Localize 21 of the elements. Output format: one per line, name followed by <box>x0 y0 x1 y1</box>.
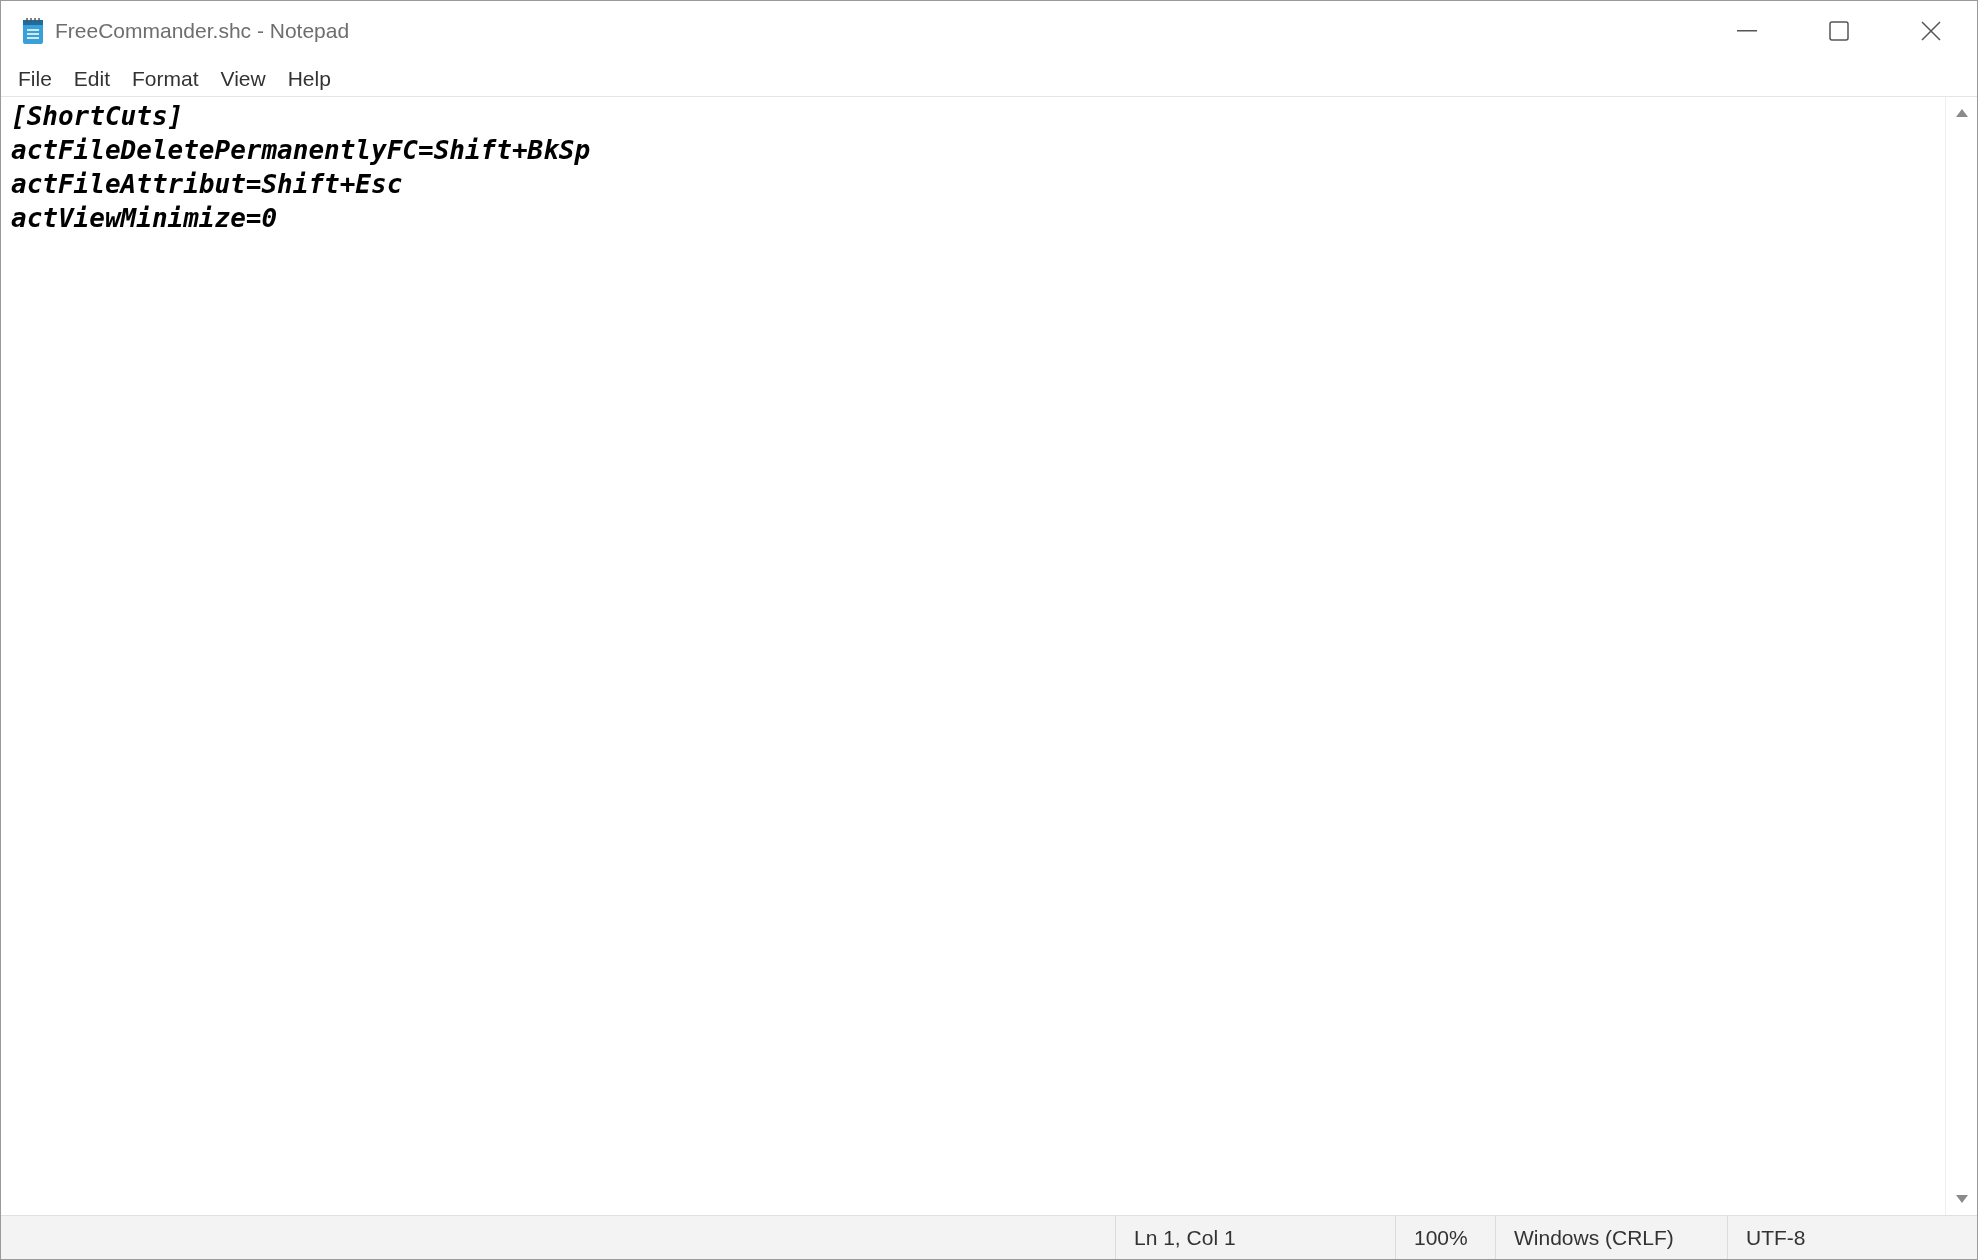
menu-item[interactable]: Edit <box>62 62 122 95</box>
window-title: FreeCommander.shc - Notepad <box>55 18 350 45</box>
maximize-icon <box>1829 21 1849 41</box>
status-text: 100% <box>1414 1224 1468 1251</box>
menu-item[interactable]: Format <box>121 62 210 95</box>
status-text: Ln 1, Col 1 <box>1134 1224 1236 1251</box>
status-text: UTF-8 <box>1746 1224 1806 1251</box>
text-editor[interactable]: [ShortCuts] actFileDeletePermanentlyFC=Shift+BkSp actFileAttribut=Shift+Esc actViewMinimize=0 <box>1 97 1945 1215</box>
close-icon <box>1921 21 1941 41</box>
menu-item[interactable]: File <box>7 62 63 95</box>
text-line: [ShortCuts] <box>11 100 184 133</box>
notepad-icon <box>21 17 45 45</box>
menu-item[interactable]: View <box>209 62 277 95</box>
scroll-up-icon[interactable] <box>1955 109 1968 117</box>
text-line: actFileAttribut=Shift+Esc <box>11 168 403 201</box>
scroll-down-icon[interactable] <box>1955 1195 1968 1203</box>
minimize-icon <box>1737 30 1757 32</box>
text-line: actViewMinimize=0 <box>11 202 278 235</box>
menu-item[interactable]: Help <box>276 62 342 95</box>
status-text: Windows (CRLF) <box>1514 1224 1674 1251</box>
text-line: actFileDeletePermanentlyFC=Shift+BkSp <box>11 134 591 167</box>
